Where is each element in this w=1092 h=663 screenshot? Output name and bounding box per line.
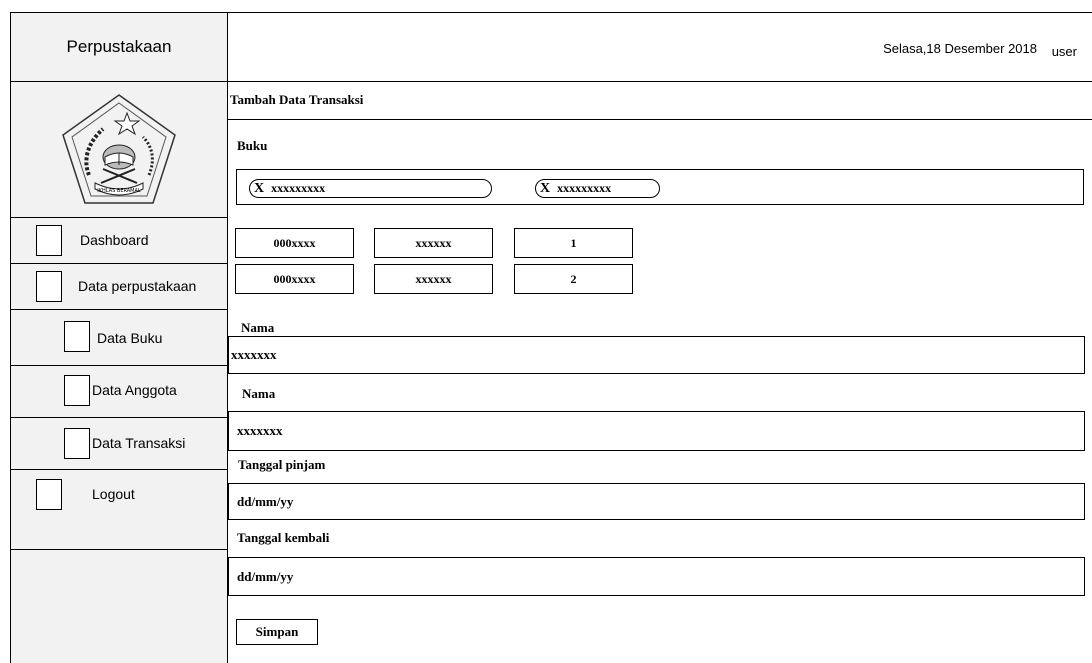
sidebar-item-data-buku[interactable]: Data Buku [11,310,227,366]
user-menu[interactable]: user [1052,44,1077,59]
sidebar-item-label: Data perpustakaan [78,278,197,294]
save-button[interactable]: Simpan [236,619,318,645]
tanggal-kembali-field[interactable]: dd/mm/yy [228,557,1085,596]
tanggal-kembali-label: Tanggal kembali [237,530,330,545]
book-chip[interactable]: X xxxxxxxxx [249,179,492,198]
nama-field[interactable]: xxxxxxx [228,411,1085,451]
logout-icon [36,479,62,510]
tanggal-pinjam-label: Tanggal pinjam [238,457,326,472]
book-title-cell: xxxxxx [374,228,493,258]
folder-icon [36,271,62,302]
book-icon [64,321,90,352]
logo-container: IKHLAS BERAMAL [11,82,227,218]
sidebar-item-dashboard[interactable]: Dashboard [11,218,227,264]
sidebar-item-label: Dashboard [80,232,149,248]
buku-label: Buku [237,138,268,153]
nama-label: Nama [241,320,275,335]
sidebar-item-label: Logout [92,486,135,502]
sidebar-item-label: Data Anggota [92,382,177,398]
ministry-emblem-icon: IKHLAS BERAMAL [62,93,176,204]
nama-field[interactable]: xxxxxxx [228,336,1085,374]
book-code-cell: 000xxxx [235,264,354,294]
book-qty-cell: 2 [514,264,633,294]
tanggal-pinjam-field[interactable]: dd/mm/yy [228,483,1085,520]
sidebar-item-data-anggota[interactable]: Data Anggota [11,366,227,418]
book-chip[interactable]: X xxxxxxxxx [535,179,660,198]
sidebar-item-data-transaksi[interactable]: Data Transaksi [11,418,227,470]
remove-chip-icon[interactable]: X [254,181,264,197]
sidebar-item-logout[interactable]: Logout [11,470,227,550]
dashboard-icon [36,225,62,256]
sidebar-item-data-perpustakaan[interactable]: Data perpustakaan [11,264,227,310]
book-code-cell: 000xxxx [235,228,354,258]
members-icon [64,375,90,406]
sidebar-item-label: Data Transaksi [92,435,186,451]
transaction-icon [64,428,90,459]
sidebar: Perpustakaan IKHLAS BERAMAL Dashboard Da… [10,12,228,663]
logo-banner-text: IKHLAS BERAMAL [97,188,141,194]
header-date: Selasa,18 Desember 2018 [883,41,1037,56]
book-title-cell: xxxxxx [374,264,493,294]
app-title: Perpustakaan [11,13,227,82]
book-qty-cell: 1 [514,228,633,258]
nama-label: Nama [242,386,276,401]
remove-chip-icon[interactable]: X [540,181,550,197]
sidebar-item-label: Data Buku [97,330,163,346]
form-header: Tambah Data Transaksi [228,82,1092,120]
header-bar: Selasa,18 Desember 2018 user [227,12,1092,82]
chip-label: xxxxxxxxx [557,181,612,195]
chip-label: xxxxxxxxx [271,181,326,195]
book-selector[interactable]: X xxxxxxxxx X xxxxxxxxx [236,169,1084,205]
page-title: Tambah Data Transaksi [230,92,364,107]
